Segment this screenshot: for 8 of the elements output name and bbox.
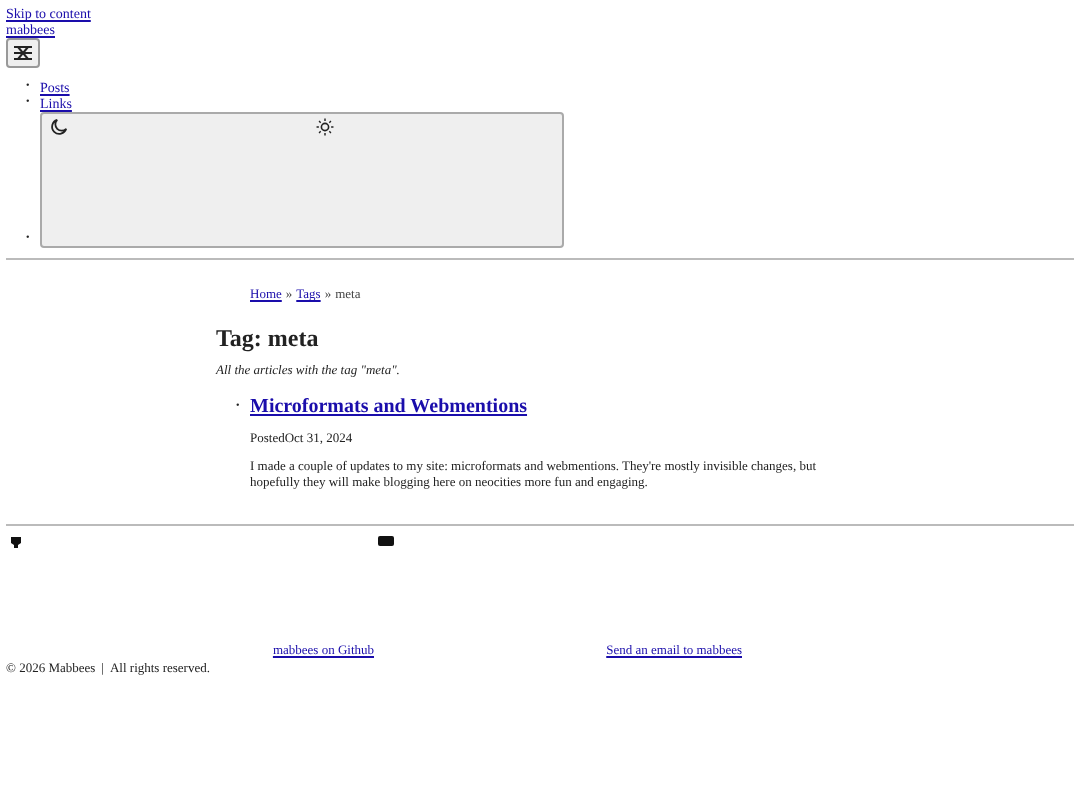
post-title-link[interactable]: Microformats and Webmentions (250, 396, 528, 420)
menu-button[interactable] (6, 38, 40, 68)
sun-icon (316, 118, 334, 136)
email-icon (378, 536, 394, 546)
menu-icon (14, 46, 32, 60)
theme-toggle-button[interactable] (40, 112, 564, 248)
page-heading: Tag: meta (216, 324, 321, 352)
moon-icon (50, 118, 68, 136)
